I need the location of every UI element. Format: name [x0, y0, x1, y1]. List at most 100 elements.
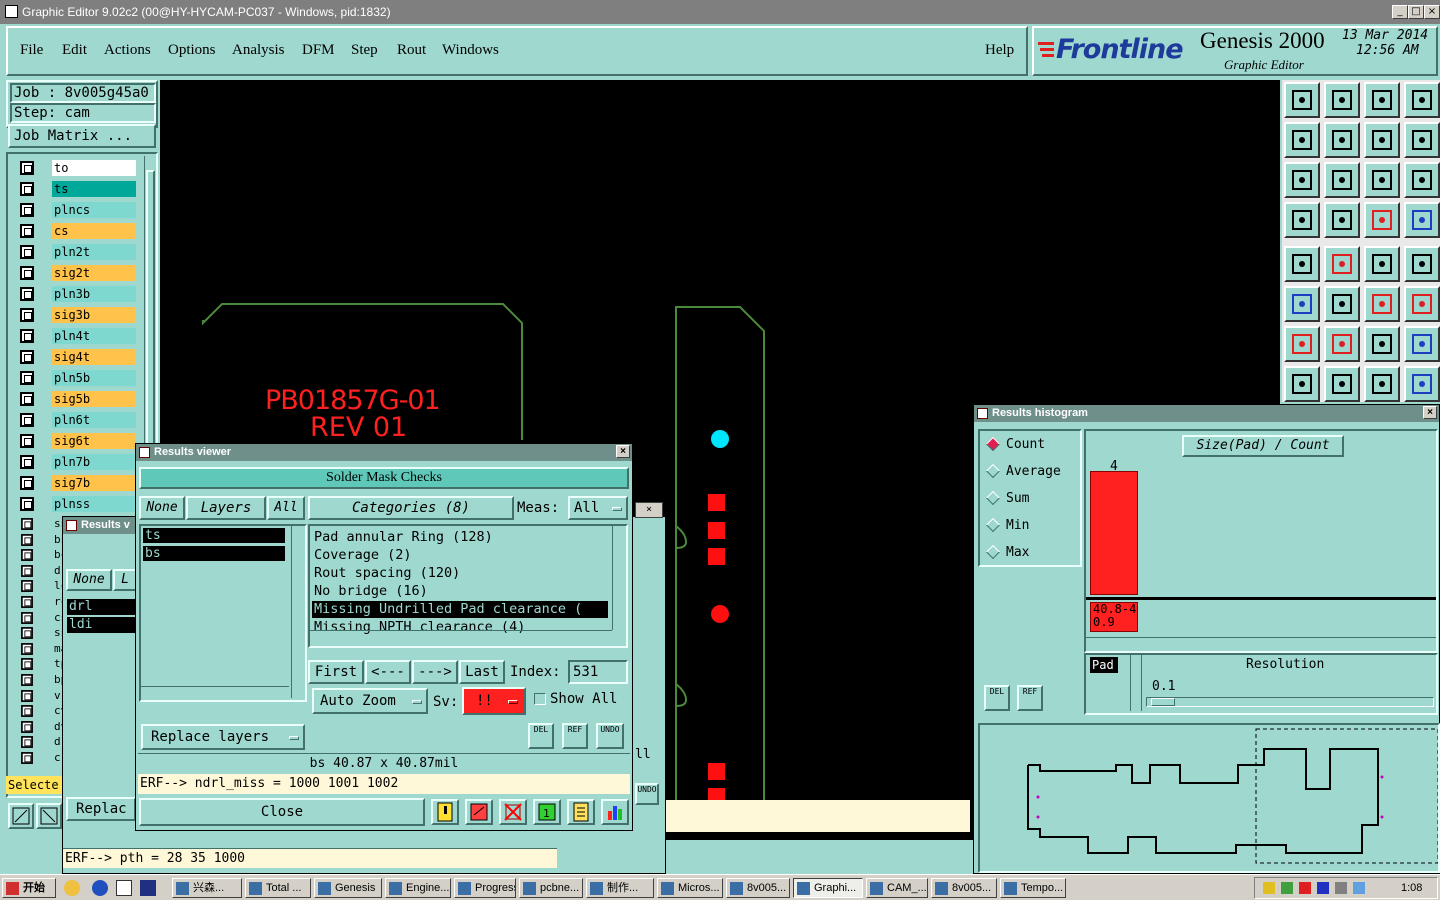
menu-help[interactable]: Help [985, 42, 1014, 59]
layer-blue-icon[interactable] [1404, 202, 1440, 238]
export-icon[interactable] [1324, 122, 1360, 158]
tray-icon[interactable] [1281, 882, 1293, 894]
histogram-mode-min[interactable]: Min [984, 516, 1078, 536]
layers-toggle-button[interactable]: Layers [186, 496, 266, 520]
index-input[interactable]: 531 [568, 660, 628, 684]
taskbar-item[interactable]: 制作... [586, 878, 654, 898]
layer-display-checkbox[interactable] [20, 329, 34, 343]
layer-display-checkbox[interactable] [20, 308, 34, 322]
histogram-mode-average[interactable]: Average [984, 462, 1078, 482]
layer-name[interactable]: pln3b [52, 286, 136, 302]
notes-icon[interactable] [567, 799, 595, 825]
layer-name[interactable]: plnss [52, 496, 136, 512]
layer-row[interactable]: to [20, 160, 136, 176]
category-item[interactable]: Rout spacing (120) [312, 565, 608, 582]
layer-display-checkbox[interactable] [21, 627, 33, 640]
taskbar-item[interactable]: Progress [454, 878, 516, 898]
node2-icon[interactable] [1404, 286, 1440, 322]
tray-icon[interactable] [1335, 882, 1347, 894]
layer-name[interactable]: sig4t [52, 349, 136, 365]
clear-icon[interactable] [499, 799, 527, 825]
grid-icon[interactable] [1324, 202, 1360, 238]
open-icon[interactable] [1284, 82, 1320, 118]
radio-diamond-icon[interactable] [985, 490, 1001, 506]
del-button[interactable]: DEL [528, 723, 554, 749]
pad-scrollbar[interactable] [1130, 655, 1142, 711]
taskbar-item[interactable]: Graphi... [793, 878, 863, 898]
measure-icon[interactable] [1324, 366, 1360, 402]
layer-row[interactable]: ts [20, 181, 136, 197]
histogram-bar[interactable] [1090, 471, 1138, 595]
layer-display-checkbox[interactable] [20, 182, 34, 196]
tools-icon[interactable] [1284, 202, 1320, 238]
layer-display-checkbox[interactable] [20, 497, 34, 511]
layer-name[interactable]: to [52, 160, 136, 176]
menu-edit[interactable]: Edit [62, 42, 87, 59]
results-layer-item[interactable]: bs [143, 546, 285, 561]
layer-display-checkbox[interactable] [20, 455, 34, 469]
layer-list-v-scrollbar[interactable] [291, 526, 303, 698]
menu-file[interactable]: File [20, 42, 43, 59]
layer-name[interactable]: sig3b [52, 307, 136, 323]
taskbar-item[interactable]: Micros... [657, 878, 723, 898]
quicklaunch-icon[interactable] [140, 880, 156, 896]
back-layer-item[interactable]: drl [67, 599, 135, 615]
taskbar-item[interactable]: Tempo... [1000, 878, 1066, 898]
import-icon[interactable] [1284, 122, 1320, 158]
layer-display-checkbox[interactable] [21, 705, 33, 718]
zoom-fit-icon[interactable] [1284, 162, 1320, 198]
cross-icon[interactable] [1324, 286, 1360, 322]
prev-button[interactable]: <--- [365, 660, 411, 684]
back-layer-item[interactable]: ldi [67, 617, 135, 633]
minimize-button[interactable]: _ [1392, 5, 1408, 19]
layer-display-checkbox[interactable] [21, 736, 33, 749]
layer-display-checkbox[interactable] [20, 434, 34, 448]
close-window-button[interactable]: × [1424, 5, 1440, 19]
layer-row[interactable]: pln3b [20, 286, 136, 302]
layer-row[interactable]: pln4t [20, 328, 136, 344]
quicklaunch-icon[interactable] [64, 880, 80, 896]
category-item[interactable]: No bridge (16) [312, 583, 608, 600]
radio-diamond-icon[interactable] [985, 436, 1001, 452]
menu-analysis[interactable]: Analysis [232, 42, 285, 59]
menu-dfm[interactable]: DFM [302, 42, 335, 59]
layer-display-checkbox[interactable] [21, 658, 33, 671]
category-item[interactable]: Coverage (2) [312, 547, 608, 564]
menu-actions[interactable]: Actions [104, 42, 151, 59]
layer-display-checkbox[interactable] [20, 161, 34, 175]
layer-display-checkbox[interactable] [20, 245, 34, 259]
layer-row[interactable]: sig6t [20, 433, 136, 449]
category-item[interactable]: Pad annular Ring (128) [312, 529, 608, 546]
layers-none-button[interactable]: None [139, 496, 185, 520]
layer-display-checkbox[interactable] [21, 720, 33, 733]
scale-icon[interactable] [1364, 162, 1400, 198]
histogram-mode-sum[interactable]: Sum [984, 489, 1078, 509]
back-undo-button[interactable]: UNDO [635, 783, 659, 805]
mini-map[interactable] [978, 723, 1440, 873]
layer-name[interactable]: pln4t [52, 328, 136, 344]
layer-list-h-scrollbar[interactable] [141, 686, 289, 698]
resolution-slider-thumb[interactable] [1151, 698, 1175, 706]
rotate-icon[interactable] [1364, 122, 1400, 158]
arc-icon[interactable] [1364, 326, 1400, 362]
histogram-close-icon[interactable]: × [1423, 406, 1437, 419]
layer-name[interactable]: ts [52, 181, 136, 197]
layer-name[interactable]: cs [52, 223, 136, 239]
quicklaunch-icon[interactable] [92, 880, 108, 896]
layer-display-checkbox[interactable] [21, 674, 33, 686]
histogram-mode-max[interactable]: Max [984, 543, 1078, 563]
results-viewer-back-close[interactable]: × [635, 502, 663, 518]
auto-zoom-select[interactable]: Auto Zoom [312, 688, 428, 714]
radio-diamond-icon[interactable] [985, 517, 1001, 533]
report-icon[interactable] [465, 799, 493, 825]
job-matrix-button[interactable]: Job Matrix ... [8, 124, 156, 148]
flip-icon[interactable] [1404, 122, 1440, 158]
ref-button[interactable]: REF [562, 723, 588, 749]
hist-ref-button[interactable]: REF [1017, 685, 1043, 711]
tool-button-b[interactable] [36, 803, 62, 829]
histogram-icon[interactable] [601, 799, 629, 825]
layer-row[interactable]: sig5b [20, 391, 136, 407]
histogram-mode-count[interactable]: Count [984, 435, 1078, 455]
layer-display-checkbox[interactable] [20, 371, 34, 385]
categories-button[interactable]: Categories (8) [308, 496, 514, 520]
